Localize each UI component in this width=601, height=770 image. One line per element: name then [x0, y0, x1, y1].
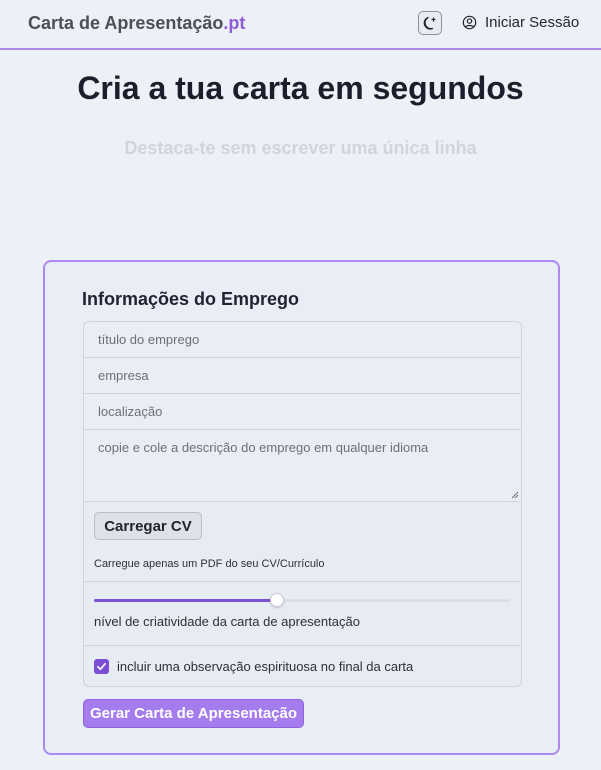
- user-circle-icon: [462, 15, 477, 30]
- job-title-placeholder: título do emprego: [98, 332, 200, 347]
- location-input[interactable]: localização: [84, 394, 521, 430]
- site-logo[interactable]: Carta de Apresentação.pt: [28, 13, 245, 34]
- logo-text: Carta de Apresentação: [28, 13, 224, 33]
- theme-toggle-button[interactable]: [418, 11, 442, 35]
- witty-note-checkbox[interactable]: [94, 658, 109, 674]
- creativity-slider-section: nível de criatividade da carta de aprese…: [84, 582, 521, 646]
- job-info-card: Informações do Emprego título do emprego…: [43, 260, 560, 755]
- resize-handle-icon[interactable]: [511, 491, 519, 499]
- top-navbar: Carta de Apresentação.pt Iniciar Sessão: [0, 0, 601, 50]
- upload-hint: Carregue apenas um PDF do seu CV/Currícu…: [94, 558, 325, 570]
- hero-subtitle: Destaca-te sem escrever uma única linha: [124, 138, 477, 158]
- witty-note-label: incluir uma observação espirituosa no fi…: [117, 658, 414, 674]
- generate-letter-button[interactable]: Gerar Carta de Apresentação: [83, 699, 304, 728]
- company-placeholder: empresa: [98, 368, 149, 383]
- hero-title: Cria a tua carta em segundos: [77, 70, 524, 106]
- check-icon: [97, 662, 106, 670]
- form-title: Informações do Emprego: [82, 289, 300, 309]
- job-description-textarea[interactable]: copie e cole a descrição do emprego em q…: [84, 430, 521, 502]
- login-label: Iniciar Sessão: [485, 14, 580, 31]
- slider-thumb[interactable]: [270, 593, 284, 607]
- upload-cv-button[interactable]: Carregar CV: [94, 512, 202, 540]
- moon-stars-icon: [423, 16, 436, 30]
- job-description-placeholder: copie e cole a descrição do emprego em q…: [98, 440, 429, 455]
- login-link[interactable]: Iniciar Sessão: [462, 14, 579, 31]
- location-placeholder: localização: [98, 404, 163, 419]
- logo-tld: .pt: [223, 13, 246, 33]
- creativity-label: nível de criatividade da carta de aprese…: [94, 614, 360, 629]
- job-title-input[interactable]: título do emprego: [84, 322, 521, 358]
- cv-upload-section: Carregar CV Carregue apenas um PDF do se…: [84, 502, 521, 582]
- slider-fill: [94, 599, 277, 602]
- job-form: título do emprego empresa localização co…: [83, 321, 522, 687]
- witty-note-option[interactable]: incluir uma observação espirituosa no fi…: [84, 646, 521, 686]
- creativity-slider[interactable]: [94, 593, 510, 607]
- company-input[interactable]: empresa: [84, 358, 521, 394]
